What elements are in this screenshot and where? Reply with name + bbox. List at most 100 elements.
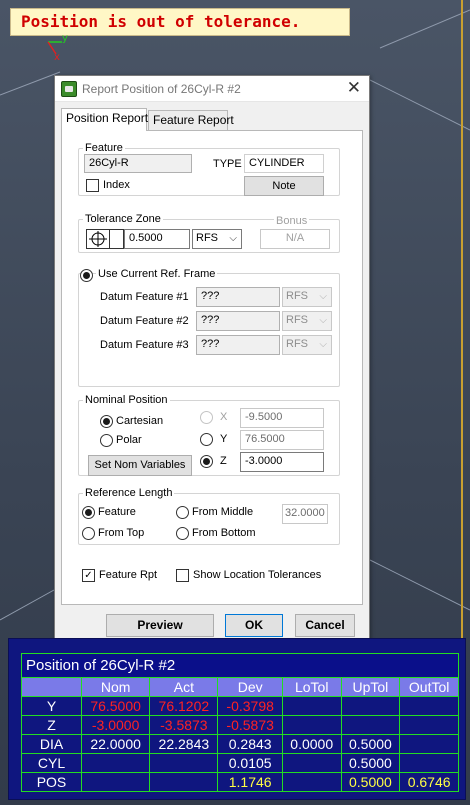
from-top-radio[interactable] bbox=[82, 527, 95, 540]
row-label: CYL bbox=[21, 753, 82, 773]
row-label: DIA bbox=[21, 734, 82, 754]
table-cell bbox=[80, 753, 151, 773]
from-bottom-radio[interactable] bbox=[176, 527, 189, 540]
datum-3-modifier-select: RFS ⌵ bbox=[282, 335, 332, 355]
cancel-button[interactable]: Cancel bbox=[295, 614, 355, 637]
feature-group-label: Feature bbox=[85, 142, 123, 154]
preview-button[interactable]: Preview bbox=[106, 614, 214, 637]
table-row: CYL 0.0105 0.5000 bbox=[21, 753, 459, 773]
chevron-down-icon: ⌵ bbox=[229, 233, 237, 244]
report-header-row: Nom Act Dev LoTol UpTol OutTol bbox=[21, 677, 459, 697]
header-cell-blank bbox=[21, 677, 82, 697]
datum-1-modifier-select: RFS ⌵ bbox=[282, 287, 332, 307]
datum-feature-3-field[interactable]: ??? bbox=[196, 335, 280, 355]
row-label: POS bbox=[21, 772, 82, 792]
table-cell bbox=[281, 696, 342, 716]
table-cell bbox=[399, 734, 459, 754]
datum-3-modifier-value: RFS bbox=[286, 338, 308, 350]
type-field: CYLINDER bbox=[244, 154, 324, 173]
header-cell-act: Act bbox=[149, 677, 219, 697]
type-label: TYPE bbox=[213, 158, 242, 170]
tolerance-modifier-select[interactable]: RFS ⌵ bbox=[192, 229, 242, 249]
table-row: Y 76.5000 76.1202 -0.3798 bbox=[21, 696, 459, 716]
index-checkbox[interactable] bbox=[86, 179, 99, 192]
z-radio[interactable] bbox=[200, 455, 213, 468]
position-symbol-box[interactable] bbox=[86, 229, 124, 249]
y-label: Y bbox=[220, 433, 228, 445]
bonus-field: N/A bbox=[260, 229, 330, 249]
row-label: Z bbox=[21, 715, 82, 735]
nominal-z-input[interactable]: -3.0000 bbox=[240, 452, 324, 472]
table-cell bbox=[281, 753, 342, 773]
bonus-label: Bonus bbox=[274, 215, 310, 227]
datum-feature-1-field[interactable]: ??? bbox=[196, 287, 280, 307]
polar-radio[interactable] bbox=[100, 434, 113, 447]
table-row: DIA 22.0000 22.2843 0.2843 0.0000 0.5000 bbox=[21, 734, 459, 754]
table-cell: 0.0105 bbox=[217, 753, 283, 773]
x-label: X bbox=[220, 411, 228, 423]
polar-label: Polar bbox=[116, 434, 142, 446]
datum-feature-3-label: Datum Feature #3 bbox=[100, 339, 189, 351]
app-icon bbox=[61, 81, 77, 97]
tolerance-value-input[interactable]: 0.5000 bbox=[124, 229, 190, 249]
from-middle-radio[interactable] bbox=[176, 506, 189, 519]
header-cell-nom: Nom bbox=[80, 677, 151, 697]
table-cell: -0.5873 bbox=[217, 715, 283, 735]
table-cell: 22.2843 bbox=[149, 734, 219, 754]
show-location-tolerances-checkbox[interactable] bbox=[176, 569, 189, 582]
tab-position-report[interactable]: Position Report bbox=[61, 108, 148, 131]
nominal-y-field: 76.5000 bbox=[240, 430, 324, 450]
datum-2-modifier-value: RFS bbox=[286, 314, 308, 326]
note-button[interactable]: Note bbox=[244, 176, 324, 196]
position-tolerance-icon bbox=[89, 231, 107, 247]
z-label: Z bbox=[220, 455, 227, 467]
feature-rpt-checkbox[interactable]: ✓ bbox=[82, 569, 95, 582]
close-icon[interactable]: ✕ bbox=[347, 78, 361, 98]
datum-feature-2-field[interactable]: ??? bbox=[196, 311, 280, 331]
table-cell bbox=[399, 696, 459, 716]
dialog-titlebar[interactable]: Report Position of 26Cyl-R #2 ✕ bbox=[55, 76, 369, 102]
tolerance-modifier-value: RFS bbox=[196, 232, 218, 244]
datum-feature-1-label: Datum Feature #1 bbox=[100, 291, 189, 303]
set-nom-variables-button[interactable]: Set Nom Variables bbox=[88, 455, 192, 476]
axis-y-label: y bbox=[62, 33, 68, 44]
table-cell bbox=[399, 753, 459, 773]
axis-x-label: x bbox=[54, 52, 60, 63]
show-location-tolerances-label: Show Location Tolerances bbox=[193, 569, 322, 581]
table-cell bbox=[340, 696, 401, 716]
table-cell: 0.0000 bbox=[281, 734, 342, 754]
chevron-down-icon: ⌵ bbox=[319, 315, 327, 326]
ref-length-feature-label: Feature bbox=[98, 506, 136, 518]
ref-length-value: 32.0000 bbox=[282, 504, 328, 524]
tab-feature-report[interactable]: Feature Report bbox=[148, 110, 234, 130]
from-top-label: From Top bbox=[98, 527, 145, 539]
use-ref-frame-radio[interactable] bbox=[80, 269, 93, 282]
table-cell: -3.0000 bbox=[80, 715, 151, 735]
datum-feature-2-label: Datum Feature #2 bbox=[100, 315, 189, 327]
table-cell bbox=[281, 772, 342, 792]
table-row: POS 1.1746 0.5000 0.6746 bbox=[21, 772, 459, 792]
table-cell: 0.2843 bbox=[217, 734, 283, 754]
chevron-down-icon: ⌵ bbox=[319, 291, 327, 302]
table-cell: 1.1746 bbox=[217, 772, 283, 792]
datum-1-modifier-value: RFS bbox=[286, 290, 308, 302]
y-radio[interactable] bbox=[200, 433, 213, 446]
row-label: Y bbox=[21, 696, 82, 716]
ref-length-feature-radio[interactable] bbox=[82, 506, 95, 519]
table-cell bbox=[281, 715, 342, 735]
header-cell-uptol: UpTol bbox=[340, 677, 401, 697]
nominal-x-field: -9.5000 bbox=[240, 408, 324, 428]
table-cell bbox=[149, 753, 219, 773]
table-cell: 0.6746 bbox=[399, 772, 459, 792]
cartesian-radio[interactable] bbox=[100, 415, 113, 428]
report-position-dialog: Report Position of 26Cyl-R #2 ✕ Position… bbox=[54, 75, 370, 645]
dialog-title: Report Position of 26Cyl-R #2 bbox=[82, 82, 241, 96]
position-report-table-panel: Position of 26Cyl-R #2 Nom Act Dev LoTol… bbox=[8, 638, 466, 800]
table-cell: 0.5000 bbox=[340, 734, 401, 754]
table-cell: 76.5000 bbox=[80, 696, 151, 716]
chevron-down-icon: ⌵ bbox=[319, 339, 327, 350]
ok-button[interactable]: OK bbox=[225, 614, 283, 637]
report-title: Position of 26Cyl-R #2 bbox=[21, 653, 459, 678]
table-cell: -0.3798 bbox=[217, 696, 283, 716]
header-cell-outtol: OutTol bbox=[399, 677, 459, 697]
